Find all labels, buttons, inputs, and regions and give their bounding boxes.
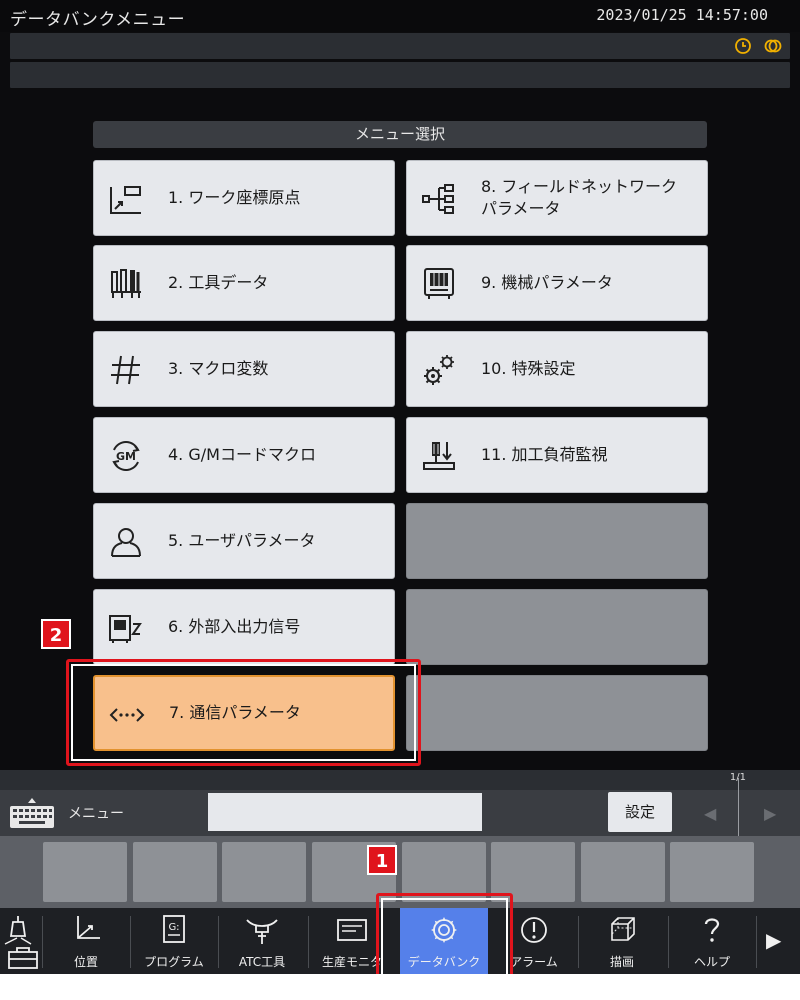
function-key[interactable] [581, 842, 665, 902]
tool-data-icon [111, 269, 141, 298]
callout-highlight [66, 659, 421, 766]
alarm-icon [521, 917, 547, 943]
window-title: データバンクメニュー [10, 10, 186, 30]
svg-text:G:: G: [168, 922, 179, 933]
menu-tile-label: 1. ワーク座標原点 [168, 188, 301, 207]
nav-program[interactable]: G: プログラム [130, 908, 218, 974]
menu-tile-machine-parameter[interactable]: 9. 機械パラメータ [406, 245, 708, 321]
menu-tile-macro-variable[interactable]: 3. マクロ変数 [93, 331, 395, 407]
gm-code-icon: GM [112, 441, 140, 471]
function-key[interactable] [222, 842, 306, 902]
menu-tile-empty [406, 589, 708, 665]
external-io-icon [109, 615, 142, 643]
pager-divider [738, 778, 739, 836]
help-icon [704, 918, 720, 942]
bottom-margin [0, 974, 800, 1000]
program-icon: G: [163, 915, 185, 943]
menu-tile-gm-code-macro[interactable]: GM 4. G/Mコードマクロ [93, 417, 395, 493]
menu-tile-work-coordinate[interactable]: 1. ワーク座標原点 [93, 160, 395, 236]
previous-page-button[interactable]: ◀ [704, 804, 716, 823]
menu-input-label: メニュー [68, 806, 124, 822]
menu-tile-special-settings[interactable]: 10. 特殊設定 [406, 331, 708, 407]
set-button[interactable]: 設定 [608, 792, 672, 832]
user-icon [111, 528, 141, 557]
menu-tile-label: 4. G/Mコードマクロ [168, 445, 316, 464]
nav-label: ヘルプ [693, 955, 730, 969]
svg-text:GM: GM [116, 450, 136, 463]
datetime-display: 2023/01/25 14:57:00 [596, 6, 768, 24]
clock-icon [735, 38, 751, 54]
load-monitor-icon [423, 442, 455, 470]
nav-help[interactable]: ヘルプ [668, 908, 756, 974]
keyboard-icon[interactable] [9, 796, 55, 830]
page-navigation: ◀ ▶ [678, 778, 800, 836]
nav-more-button[interactable]: ▶ [766, 928, 781, 952]
menu-tile-user-parameter[interactable]: 5. ユーザパラメータ [93, 503, 395, 579]
menu-tile-label: 3. マクロ変数 [168, 359, 269, 378]
nav-label: 描画 [609, 955, 634, 969]
menu-tile-field-network-parameter[interactable]: 8. フィールドネットワークパラメータ [406, 160, 708, 236]
next-page-button[interactable]: ▶ [764, 804, 776, 823]
menu-tile-tool-data[interactable]: 2. 工具データ [93, 245, 395, 321]
monitor-icon [337, 919, 367, 941]
work-light-toolbox-icon[interactable] [3, 912, 41, 972]
network-tree-icon [422, 184, 454, 214]
pager-strip [0, 770, 800, 790]
callout-number: 1 [367, 845, 397, 875]
menu-tile-label: 9. 機械パラメータ [481, 273, 613, 292]
cube-icon [611, 917, 635, 941]
function-key[interactable] [43, 842, 127, 902]
menu-tile-load-monitor[interactable]: 11. 加工負荷監視 [406, 417, 708, 493]
menu-tile-external-io[interactable]: 6. 外部入出力信号 [93, 589, 395, 665]
menu-header: メニュー選択 [93, 121, 707, 148]
hash-icon [111, 355, 140, 385]
function-key[interactable] [133, 842, 217, 902]
function-key[interactable] [670, 842, 754, 902]
message-bar [10, 33, 790, 59]
machine-icon [424, 268, 454, 299]
nav-position[interactable]: 位置 [42, 908, 130, 974]
callout-number: 2 [41, 619, 71, 649]
gears-icon [424, 355, 454, 385]
nav-label: プログラム [144, 955, 204, 969]
menu-tile-label: 10. 特殊設定 [481, 359, 576, 378]
message-bar-secondary [10, 62, 790, 88]
menu-input-field[interactable] [208, 793, 482, 831]
link-icon [764, 39, 782, 53]
screen: データバンクメニュー 2023/01/25 14:57:00 メニュー選択 1.… [0, 0, 800, 1000]
menu-tile-label: 2. 工具データ [168, 273, 269, 292]
nav-drawing[interactable]: 描画 [578, 908, 666, 974]
title-bar: データバンクメニュー 2023/01/25 14:57:00 [0, 0, 800, 32]
menu-tile-label: 11. 加工負荷監視 [481, 445, 608, 464]
nav-label: 位置 [73, 955, 98, 969]
menu-tile-empty [406, 675, 708, 751]
menu-tile-label: 6. 外部入出力信号 [168, 617, 301, 636]
nav-separator [756, 916, 757, 968]
axes-icon [77, 916, 100, 939]
atc-tool-icon [246, 919, 278, 944]
menu-tile-empty [406, 503, 708, 579]
nav-atc-tool[interactable]: ATC工具 [218, 908, 306, 974]
work-coordinate-icon [110, 186, 141, 214]
menu-tile-label: 5. ユーザパラメータ [168, 531, 316, 550]
menu-tile-label: 8. フィールドネットワークパラメータ [481, 177, 678, 218]
nav-label: ATC工具 [238, 955, 286, 969]
